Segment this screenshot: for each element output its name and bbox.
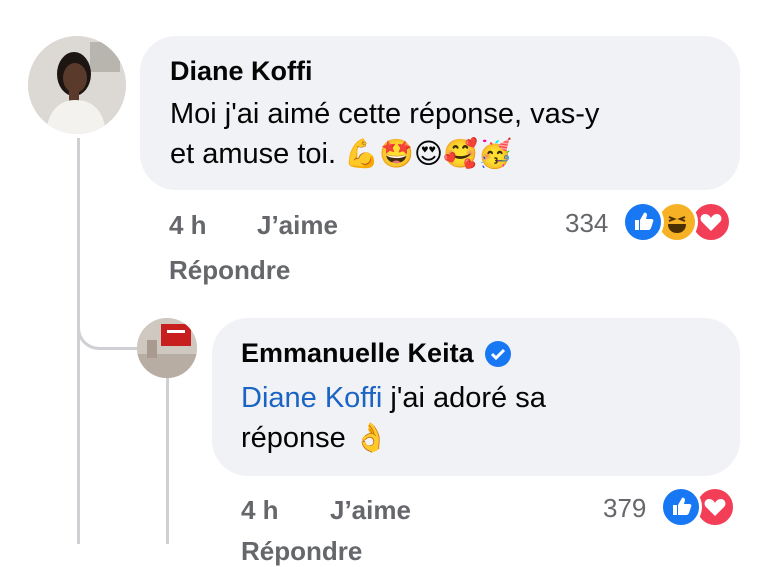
reply-reply-button[interactable]: Répondre — [241, 536, 362, 567]
like-icon — [660, 486, 702, 528]
reply-text-line2-wrap: réponse 👌 — [241, 418, 546, 458]
comment-text-line1: Moi j'ai aimé cette réponse, vas-y — [170, 98, 600, 130]
comment-text-line2: et amuse toi. — [170, 138, 337, 170]
thread-line-reply — [166, 378, 169, 544]
reply-reactions[interactable] — [660, 486, 736, 528]
reply-text-line1-wrap: Diane Koffi j'ai adoré sa — [241, 378, 546, 418]
comment-time[interactable]: 4 h — [169, 210, 207, 241]
reply-text-line1: j'ai adoré sa — [382, 382, 546, 414]
reply-text-line2: réponse — [241, 422, 346, 454]
reply-emoji: 👌 — [353, 421, 389, 454]
comment-author[interactable]: Diane Koffi — [170, 56, 313, 87]
avatar-diane[interactable] — [28, 36, 126, 134]
reply-bubble[interactable]: Emmanuelle Keita Diane Koffi j'ai adoré … — [212, 318, 740, 476]
comment-reactions[interactable] — [622, 201, 732, 243]
comment-bubble[interactable]: Diane Koffi Moi j'ai aimé cette réponse,… — [140, 36, 740, 190]
reply-time[interactable]: 4 h — [241, 495, 279, 526]
comment-text: Moi j'ai aimé cette réponse, vas-y et am… — [170, 94, 599, 174]
comment-emojis: 💪🤩😍🥰🥳 — [344, 137, 513, 170]
reply-text: Diane Koffi j'ai adoré sa réponse 👌 — [241, 378, 546, 458]
thread-branch — [77, 315, 140, 350]
like-icon — [622, 201, 664, 243]
comment-text-line2-wrap: et amuse toi. 💪🤩😍🥰🥳 — [170, 134, 599, 174]
comment-like-button[interactable]: J’aime — [257, 210, 338, 241]
reply-author-wrap[interactable]: Emmanuelle Keita — [241, 338, 512, 369]
comment-reaction-count[interactable]: 334 — [565, 208, 608, 239]
verified-badge-icon — [484, 340, 512, 368]
thread-line-main — [77, 138, 80, 544]
reply-author[interactable]: Emmanuelle Keita — [241, 338, 474, 369]
avatar-emmanuelle[interactable] — [137, 318, 197, 378]
reply-mention[interactable]: Diane Koffi — [241, 382, 382, 414]
comment-reply-button[interactable]: Répondre — [169, 255, 290, 286]
reply-reaction-count[interactable]: 379 — [603, 493, 646, 524]
reply-like-button[interactable]: J’aime — [330, 495, 411, 526]
